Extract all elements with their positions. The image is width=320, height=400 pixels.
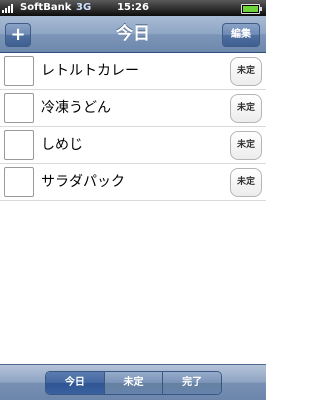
item-list: レトルトカレー 未定 冷凍うどん 未定 しめじ 未定 サラダパック 未定 — [0, 53, 266, 201]
page-title: 今日 — [116, 24, 150, 44]
status-button[interactable]: 未定 — [230, 168, 262, 197]
filter-segmented-control: 今日 未定 完了 — [45, 371, 222, 395]
item-label: サラダパック — [41, 174, 125, 190]
status-time: 15:26 — [117, 2, 149, 13]
item-label: 冷凍うどん — [41, 100, 111, 116]
list-item[interactable]: しめじ 未定 — [0, 127, 266, 164]
segment-undecided[interactable]: 未定 — [104, 372, 164, 394]
status-bar: SoftBank 3G 15:26 — [0, 0, 266, 16]
item-checkbox[interactable] — [4, 93, 34, 123]
battery-level — [243, 6, 258, 12]
status-button[interactable]: 未定 — [230, 57, 262, 86]
item-checkbox[interactable] — [4, 167, 34, 197]
add-item-button[interactable]: + — [5, 23, 31, 47]
item-label: しめじ — [41, 137, 83, 153]
bottom-toolbar: 今日 未定 完了 — [0, 364, 266, 400]
status-button[interactable]: 未定 — [230, 131, 262, 160]
segment-done[interactable]: 完了 — [163, 372, 221, 394]
item-checkbox[interactable] — [4, 130, 34, 160]
list-item[interactable]: レトルトカレー 未定 — [0, 53, 266, 90]
list-item[interactable]: サラダパック 未定 — [0, 164, 266, 201]
item-label: レトルトカレー — [41, 63, 139, 79]
navigation-bar: + 今日 編集 — [0, 16, 266, 53]
segment-today[interactable]: 今日 — [46, 372, 105, 394]
edit-button[interactable]: 編集 — [222, 23, 260, 47]
status-button[interactable]: 未定 — [230, 94, 262, 123]
list-item[interactable]: 冷凍うどん 未定 — [0, 90, 266, 127]
battery-icon — [241, 4, 262, 14]
item-checkbox[interactable] — [4, 56, 34, 86]
